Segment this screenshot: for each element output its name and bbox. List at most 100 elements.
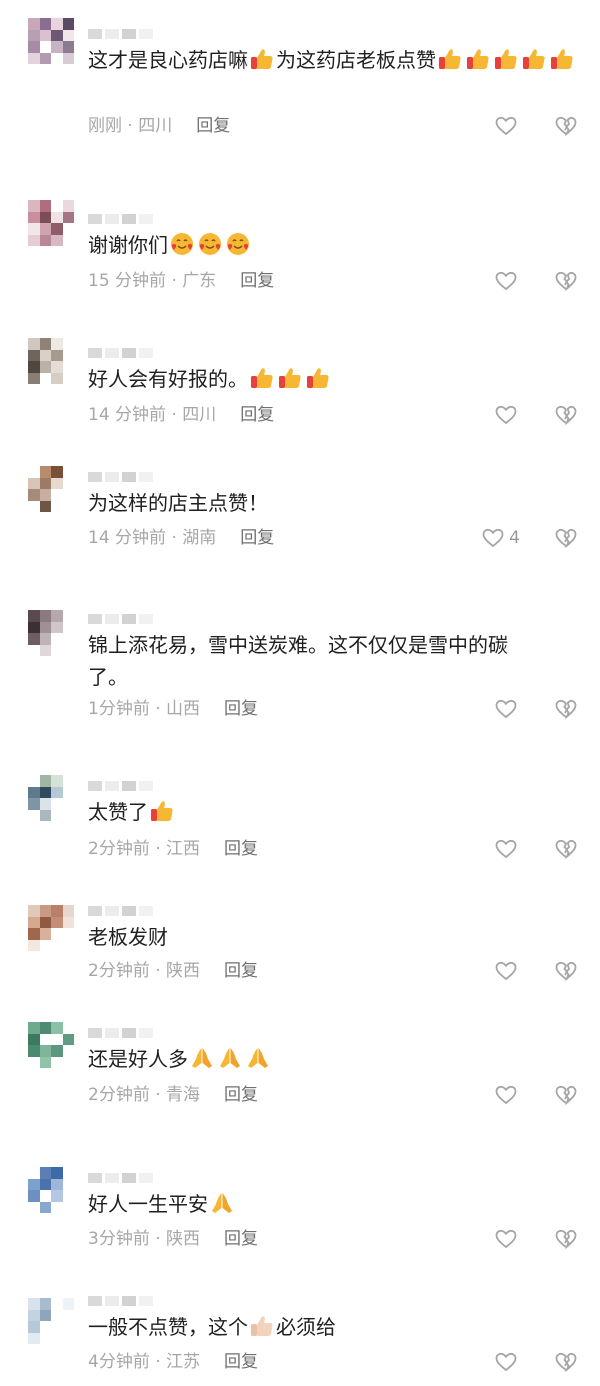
avatar[interactable]: [28, 18, 74, 64]
avatar[interactable]: [28, 610, 74, 656]
broken-heart-icon: [554, 1350, 578, 1374]
thumbs-up-light-emoji: [249, 1313, 275, 1339]
dislike-button[interactable]: [554, 1350, 578, 1374]
reply-button[interactable]: 回复: [224, 699, 258, 719]
dislike-button[interactable]: [554, 837, 578, 861]
comment-text-segment: 还是好人多: [88, 1047, 188, 1071]
comment-text-segment: 老板发财: [88, 925, 168, 949]
dislike-button[interactable]: [554, 1083, 578, 1107]
comment-time: 1分钟前: [88, 699, 150, 719]
heart-outline-icon: [494, 1083, 518, 1107]
dislike-button[interactable]: [554, 959, 578, 983]
avatar[interactable]: [28, 905, 74, 951]
username-blurred[interactable]: [88, 781, 153, 791]
comment-time: 4分钟前: [88, 1352, 150, 1372]
like-button[interactable]: [494, 697, 518, 721]
thumbs-up-emoji: [249, 46, 275, 72]
comment-text-segment: 好人会有好报的。: [88, 367, 248, 391]
username-blurred[interactable]: [88, 614, 153, 624]
avatar[interactable]: [28, 1167, 74, 1213]
comment-text: 谢谢你们: [88, 229, 578, 261]
broken-heart-icon: [554, 269, 578, 293]
username-blurred[interactable]: [88, 214, 153, 224]
meta-separator: ·: [122, 116, 139, 136]
avatar[interactable]: [28, 200, 74, 246]
smiling-face-with-hearts-emoji: [225, 231, 251, 257]
comment-text-segment: 必须给: [276, 1315, 336, 1339]
avatar[interactable]: [28, 1022, 74, 1068]
avatar[interactable]: [28, 775, 74, 821]
comment-time: 15 分钟前: [88, 271, 167, 291]
username-blurred[interactable]: [88, 1296, 153, 1306]
reply-button[interactable]: 回复: [224, 839, 258, 859]
comment-time: 3分钟前: [88, 1229, 150, 1249]
reply-button[interactable]: 回复: [240, 528, 274, 548]
dislike-button[interactable]: [554, 526, 578, 550]
comment-time: 2分钟前: [88, 961, 150, 981]
comment-text: 一般不点赞，这个 必须给: [88, 1311, 578, 1343]
like-button[interactable]: [494, 959, 518, 983]
comment-text-segment: 一般不点赞，这个: [88, 1315, 248, 1339]
heart-outline-icon: [494, 1350, 518, 1374]
like-button[interactable]: [494, 1083, 518, 1107]
comment-text: 锦上添花易，雪中送炭难。这不仅仅是雪中的碳 了。: [88, 629, 578, 693]
reply-button[interactable]: 回复: [224, 1229, 258, 1249]
thumbs-up-emoji: [521, 46, 547, 72]
comment-location: 陕西: [166, 961, 201, 981]
heart-outline-icon: [494, 837, 518, 861]
thumbs-up-emoji: [437, 46, 463, 72]
comment-time: 刚刚: [88, 116, 122, 136]
reply-button[interactable]: 回复: [224, 1085, 258, 1105]
username-blurred[interactable]: [88, 906, 153, 916]
username-blurred[interactable]: [88, 472, 153, 482]
folded-hands-emoji: [217, 1045, 243, 1071]
avatar[interactable]: [28, 1298, 74, 1344]
username-blurred[interactable]: [88, 1173, 153, 1183]
comment-text-segment: 为这样的店主点赞！: [88, 491, 268, 515]
comment-meta: 15 分钟前 · 广东 回复: [88, 269, 274, 293]
reply-button[interactable]: 回复: [224, 961, 258, 981]
comment-meta: 刚刚 · 四川 回复: [88, 114, 230, 138]
dislike-button[interactable]: [554, 269, 578, 293]
heart-outline-icon: [481, 526, 505, 550]
like-button[interactable]: [494, 403, 518, 427]
meta-separator: ·: [166, 405, 183, 425]
username-blurred[interactable]: [88, 348, 153, 358]
reply-button[interactable]: 回复: [224, 1352, 258, 1372]
dislike-button[interactable]: [554, 697, 578, 721]
like-button[interactable]: [494, 1227, 518, 1251]
reply-button[interactable]: 回复: [240, 405, 274, 425]
dislike-button[interactable]: [554, 1227, 578, 1251]
folded-hands-emoji: [245, 1045, 271, 1071]
dislike-button[interactable]: [554, 114, 578, 138]
broken-heart-icon: [554, 959, 578, 983]
thumbs-up-emoji: [493, 46, 519, 72]
like-button[interactable]: [494, 1350, 518, 1374]
comment-location: 青海: [166, 1085, 201, 1105]
username-blurred[interactable]: [88, 29, 153, 39]
comment-text: 老板发财: [88, 921, 578, 953]
heart-outline-icon: [494, 403, 518, 427]
like-button[interactable]: [494, 269, 518, 293]
heart-outline-icon: [494, 1227, 518, 1251]
avatar[interactable]: [28, 466, 74, 512]
like-button[interactable]: [494, 837, 518, 861]
heart-outline-icon: [494, 959, 518, 983]
heart-outline-icon: [494, 697, 518, 721]
avatar[interactable]: [28, 338, 74, 384]
thumbs-up-emoji: [149, 798, 175, 824]
dislike-button[interactable]: [554, 403, 578, 427]
comment-text: 好人一生平安: [88, 1188, 578, 1220]
heart-outline-icon: [494, 269, 518, 293]
broken-heart-icon: [554, 526, 578, 550]
comment-text: 还是好人多: [88, 1043, 578, 1075]
thumbs-up-emoji: [277, 365, 303, 391]
reply-button[interactable]: 回复: [240, 271, 274, 291]
reply-button[interactable]: 回复: [196, 116, 230, 136]
like-count: 4: [509, 528, 520, 548]
like-button[interactable]: 4: [481, 526, 520, 550]
username-blurred[interactable]: [88, 1028, 153, 1038]
meta-separator: ·: [166, 528, 183, 548]
comment-location: 山西: [166, 699, 201, 719]
like-button[interactable]: [494, 114, 518, 138]
